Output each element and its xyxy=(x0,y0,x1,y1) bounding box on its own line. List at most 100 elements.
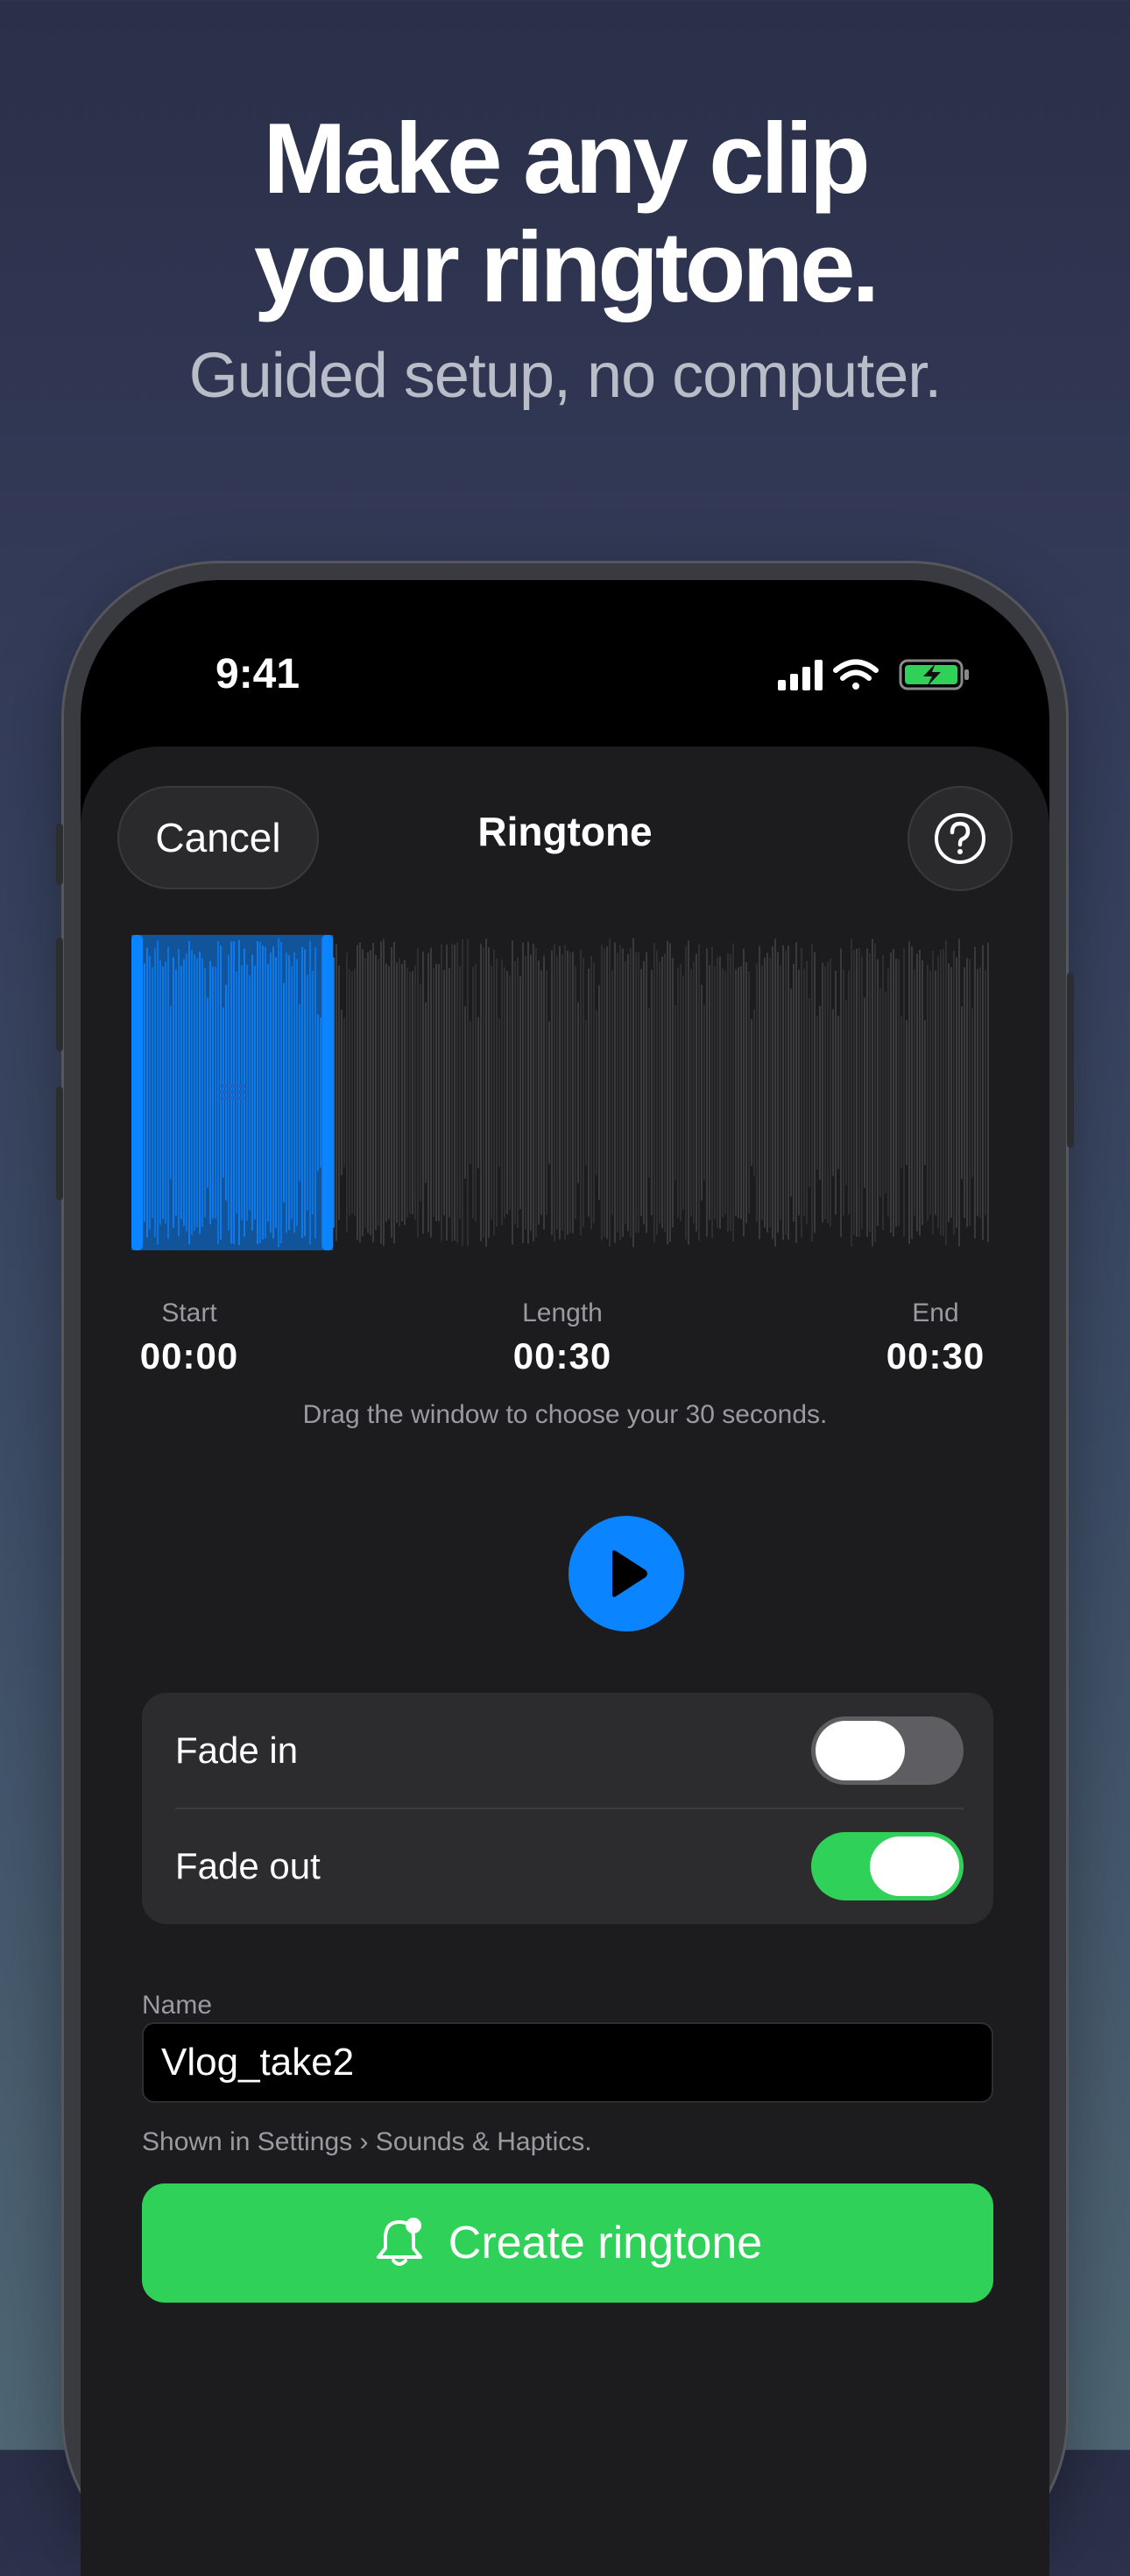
hero-title-line2: your ringtone. xyxy=(253,212,879,323)
waveform-bar xyxy=(835,970,837,1215)
selection-end-handle[interactable] xyxy=(321,935,334,1250)
waveform-bar xyxy=(924,1020,926,1165)
waveform-bar xyxy=(540,970,542,1215)
waveform-bar xyxy=(966,958,968,1228)
selection-start-handle[interactable] xyxy=(131,935,143,1250)
waveform-bar xyxy=(669,943,671,1242)
fade-out-label: Fade out xyxy=(175,1845,321,1886)
waveform-bar xyxy=(795,942,797,1243)
waveform-bar xyxy=(427,952,429,1233)
waveform-bar xyxy=(422,951,424,1235)
waveform-bar xyxy=(759,945,760,1240)
waveform-bar xyxy=(774,938,776,1247)
phone-frame: 9:41 Cancel Ringtone Start 00:00 Length … xyxy=(56,561,1074,2576)
waveform-bar xyxy=(701,984,703,1201)
waveform-bar xyxy=(987,943,989,1242)
waveform-bar xyxy=(404,959,406,1226)
waveform-bar xyxy=(908,941,910,1244)
waveform-bar xyxy=(761,965,763,1221)
waveform-bar xyxy=(585,1019,587,1166)
waveform-bar xyxy=(659,961,660,1224)
waveform-bar xyxy=(538,960,540,1225)
waveform-bar xyxy=(740,966,742,1220)
waveform-bar xyxy=(756,963,758,1222)
waveform-bar xyxy=(572,952,574,1234)
waveform-bar xyxy=(512,940,513,1245)
waveform-bar xyxy=(630,948,632,1237)
waveform-bar xyxy=(748,971,750,1214)
waveform-bar xyxy=(446,945,448,1241)
waveform-bar xyxy=(343,1017,345,1168)
volume-down-button xyxy=(56,1086,63,1200)
waveform-bar xyxy=(743,948,745,1237)
hero-subtitle: Guided setup, no computer. xyxy=(188,341,943,411)
waveform-bar xyxy=(722,967,724,1218)
waveform-bar xyxy=(961,1006,963,1179)
waveform-bar xyxy=(364,958,366,1228)
waveform-bar xyxy=(790,988,792,1197)
waveform-bar xyxy=(900,1016,902,1169)
waveform-bar xyxy=(877,959,879,1227)
fade-out-switch[interactable] xyxy=(811,1832,964,1900)
waveform-bar xyxy=(617,952,618,1233)
waveform-bar xyxy=(409,971,411,1214)
end-time: End 00:30 xyxy=(883,1299,988,1377)
waveform-bar xyxy=(504,967,505,1218)
waveform-bar xyxy=(719,956,721,1229)
waveform-bar xyxy=(958,938,960,1247)
create-ringtone-button[interactable]: Create ringtone xyxy=(142,2183,993,2303)
waveform-bar xyxy=(583,958,584,1228)
waveform-bar xyxy=(869,952,871,1233)
waveform-bar xyxy=(535,948,537,1237)
waveform-bar xyxy=(443,969,445,1216)
waveform-bar xyxy=(751,1019,752,1166)
waveform-bar xyxy=(483,947,484,1238)
play-button[interactable] xyxy=(569,1516,684,1631)
waveform-bar xyxy=(638,952,639,1234)
waveform-bar xyxy=(480,944,482,1242)
waveform-bar xyxy=(451,943,453,1242)
waveform-bar xyxy=(470,1021,471,1164)
waveform-bar xyxy=(919,949,921,1236)
waveform-editor[interactable] xyxy=(131,935,990,1250)
waveform-bar xyxy=(619,945,621,1241)
help-button[interactable] xyxy=(908,786,1013,891)
waveform-bar xyxy=(569,952,571,1234)
waveform-bar xyxy=(454,945,456,1241)
waveform-bar xyxy=(598,985,600,1200)
waveform-bar xyxy=(546,970,547,1215)
switch-knob xyxy=(816,1721,905,1780)
waveform-bar xyxy=(685,945,687,1240)
waveform-bar xyxy=(622,948,624,1237)
waveform-bar xyxy=(895,958,897,1228)
waveform-bar xyxy=(851,938,852,1247)
waveform-bar xyxy=(974,946,976,1239)
waveform-bar xyxy=(509,974,511,1211)
waveform-bar xyxy=(648,1008,650,1178)
waveform-bar xyxy=(874,943,876,1242)
fade-in-switch[interactable] xyxy=(811,1716,964,1785)
waveform-bar xyxy=(927,965,929,1221)
waveform-bar xyxy=(935,970,936,1215)
name-input[interactable] xyxy=(142,2022,993,2103)
power-button xyxy=(1067,973,1074,1148)
waveform-bar xyxy=(809,998,810,1187)
waveform-bar xyxy=(814,952,816,1234)
waveform-bar xyxy=(380,941,382,1244)
waveform-bar xyxy=(346,952,348,1233)
waveform-bar xyxy=(643,960,645,1225)
waveform-bar xyxy=(882,954,884,1231)
waveform-bar xyxy=(564,945,566,1241)
waveform-bar xyxy=(680,964,682,1221)
waveform-bar xyxy=(717,957,718,1228)
waveform-bar xyxy=(477,1016,479,1169)
waveform-bar xyxy=(561,954,563,1231)
waveform-bar xyxy=(653,943,655,1242)
waveform-bar xyxy=(890,952,892,1233)
waveform-bar xyxy=(735,969,737,1216)
waveform-bar xyxy=(964,967,965,1218)
waveform-bar xyxy=(559,945,561,1240)
waveform-bar xyxy=(399,958,400,1228)
waveform-bar xyxy=(533,944,534,1242)
waveform-bar xyxy=(491,966,492,1220)
